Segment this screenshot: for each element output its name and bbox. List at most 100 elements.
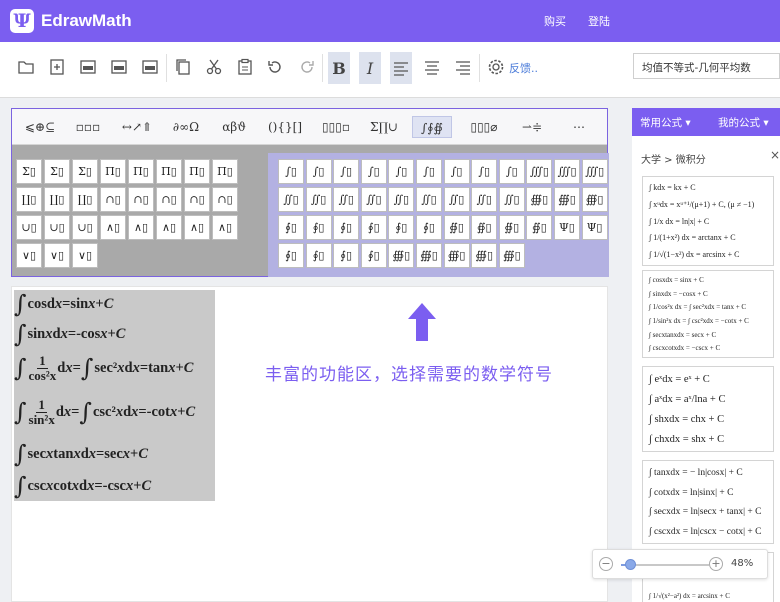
align-center-icon[interactable] (421, 56, 443, 78)
integral-symbol-button[interactable]: ∮▯ (278, 215, 304, 240)
integral-symbol-button[interactable]: ∬▯ (498, 187, 525, 212)
integral-symbol-button[interactable]: ∮▯ (305, 215, 332, 240)
sum-product-symbol-button[interactable]: ∩▯ (156, 187, 182, 212)
sum-product-symbol-button[interactable]: ∨▯ (16, 243, 42, 268)
cut-icon[interactable] (203, 56, 225, 78)
integral-symbol-button[interactable]: ∰▯ (498, 243, 525, 268)
integral-symbol-button[interactable]: ∰▯ (526, 187, 553, 212)
formula-line[interactable]: ∫ 1 cos²x d x = ∫ sec² x d x =tan x + C (14, 354, 193, 382)
integral-symbol-button[interactable]: ∫▯ (278, 159, 304, 184)
sum-product-symbol-button[interactable]: Π▯ (100, 159, 126, 184)
integral-symbol-button[interactable]: ∮▯ (360, 243, 387, 268)
login-link[interactable]: 登陆 (588, 13, 610, 29)
sum-product-symbol-button[interactable]: ∐▯ (16, 187, 42, 212)
align-right-icon[interactable] (452, 56, 474, 78)
integral-symbol-button[interactable]: ∬▯ (360, 187, 387, 212)
category-misc-symbols[interactable]: ∂∞Ω (166, 116, 206, 138)
formula-card[interactable]: ∫ tanxdx = − ln|cosx| + C ∫ cotxdx = ln|s… (642, 460, 774, 544)
sum-product-symbol-button[interactable]: ∧▯ (156, 215, 182, 240)
integral-symbol-button[interactable]: ∭▯ (554, 159, 580, 184)
buy-link[interactable]: 购买 (544, 13, 566, 29)
copy-icon[interactable] (172, 56, 194, 78)
sum-product-symbol-button[interactable]: ∪▯ (44, 215, 70, 240)
integral-symbol-button[interactable]: ∰▯ (443, 243, 470, 268)
formula-line[interactable]: ∫ 1 sin²x d x = ∫ csc² x d x =-cot x + C (14, 398, 195, 426)
category-relations[interactable]: ⩽⊕⊆ (22, 116, 58, 138)
sum-product-symbol-button[interactable]: ∧▯ (128, 215, 154, 240)
category-brackets[interactable]: (){}[] (262, 116, 308, 138)
zoom-in-button[interactable]: + (709, 557, 723, 571)
formula-line[interactable]: ∫ csc x cot x d x =-csc x + C (14, 474, 151, 498)
sum-product-symbol-button[interactable]: ∩▯ (212, 187, 238, 212)
sum-product-symbol-button[interactable]: Π▯ (128, 159, 154, 184)
sum-product-symbol-button[interactable]: ∨▯ (44, 243, 70, 268)
zoom-out-button[interactable]: − (599, 557, 613, 571)
integral-symbol-button[interactable]: ∮▯ (416, 215, 442, 240)
export-svg-icon[interactable] (139, 56, 161, 78)
new-file-icon[interactable] (46, 56, 68, 78)
zoom-slider-handle[interactable] (624, 559, 636, 570)
integral-symbol-button[interactable]: ∰▯ (581, 187, 608, 212)
category-fractions[interactable]: ▯▯▯▫ (314, 116, 358, 138)
integral-symbol-button[interactable]: ∮▯ (305, 243, 332, 268)
integral-symbol-button[interactable]: ∬▯ (471, 187, 498, 212)
category-greek[interactable]: αβϑ (214, 116, 254, 138)
sum-product-symbol-button[interactable]: ∪▯ (16, 215, 42, 240)
redo-icon[interactable] (296, 56, 318, 78)
integral-symbol-button[interactable]: ∰▯ (416, 243, 442, 268)
formula-template-select[interactable]: 均值不等式-几何平均数 (633, 53, 780, 79)
sum-product-symbol-button[interactable]: ∩▯ (184, 187, 210, 212)
sum-product-symbol-button[interactable]: Π▯ (184, 159, 210, 184)
formula-card[interactable]: ∫ eˣdx = eˣ + C ∫ aˣdx = aˣ/lna + C ∫ shxd… (642, 366, 774, 452)
category-accents[interactable]: ▫▫▫ (68, 116, 108, 138)
close-icon[interactable]: × (770, 148, 780, 162)
integral-symbol-button[interactable]: ∫▯ (498, 159, 525, 184)
sidebar-breadcrumb[interactable]: 大学 > 微积分 (641, 151, 706, 166)
integral-symbol-button[interactable]: ∰▯ (388, 243, 415, 268)
tab-common-formulas[interactable]: 常用公式 ▾ (640, 115, 691, 130)
integral-symbol-button[interactable]: ∰▯ (554, 187, 580, 212)
editor-canvas[interactable]: ∫ cosd x =sin x + C ∫ sin x d x =-cos x + C ∫ 1 cos²x d x = ∫ s… (11, 286, 608, 602)
integral-symbol-button[interactable]: ∬▯ (333, 187, 360, 212)
bold-icon[interactable]: B (328, 52, 350, 84)
integral-symbol-button[interactable]: ∯▯ (498, 215, 525, 240)
integral-symbol-button[interactable]: ∮▯ (360, 215, 387, 240)
sum-product-symbol-button[interactable]: ∐▯ (44, 187, 70, 212)
integral-symbol-button[interactable]: ∯▯ (443, 215, 470, 240)
sum-product-symbol-button[interactable]: Π▯ (156, 159, 182, 184)
category-matrices[interactable]: ⋯ (568, 116, 590, 138)
integral-symbol-button[interactable]: ∬▯ (278, 187, 304, 212)
sum-product-symbol-button[interactable]: Σ▯ (44, 159, 70, 184)
formula-card[interactable]: ∫ cosxdx = sinx + C ∫ sinxdx = −cosx + C ∫… (642, 270, 774, 358)
integral-symbol-button[interactable]: ∮▯ (388, 215, 415, 240)
formula-line[interactable]: ∫ sin x d x =-cos x + C (14, 322, 125, 346)
sum-product-symbol-button[interactable]: ∩▯ (128, 187, 154, 212)
integral-symbol-button[interactable]: ∮▯ (333, 215, 360, 240)
export-png-icon[interactable] (77, 56, 99, 78)
paste-icon[interactable] (234, 56, 256, 78)
category-arrows[interactable]: ↔↗⇑ (116, 116, 158, 138)
integral-symbol-button[interactable]: ∯▯ (471, 215, 498, 240)
integral-symbol-button[interactable]: ∭▯ (526, 159, 553, 184)
integral-symbol-button[interactable]: ∫▯ (443, 159, 470, 184)
integral-symbol-button[interactable]: ∫▯ (333, 159, 360, 184)
integral-symbol-button[interactable]: ∬▯ (443, 187, 470, 212)
integral-symbol-button[interactable]: ∬▯ (305, 187, 332, 212)
integral-symbol-button[interactable]: ∫▯ (305, 159, 332, 184)
integral-symbol-button[interactable]: ∫▯ (388, 159, 415, 184)
italic-icon[interactable]: I (359, 52, 381, 84)
folder-icon[interactable] (15, 56, 37, 78)
integral-symbol-button[interactable]: ∭▯ (581, 159, 608, 184)
category-labeled-arrows[interactable]: ⇀≑ (514, 116, 550, 138)
sum-product-symbol-button[interactable]: Π▯ (212, 159, 238, 184)
integral-symbol-button[interactable]: Ψ▯ (554, 215, 580, 240)
category-decorations[interactable]: ▯▯▯⌀ (462, 116, 506, 138)
sum-product-symbol-button[interactable]: ∧▯ (184, 215, 210, 240)
sum-product-symbol-button[interactable]: ∩▯ (100, 187, 126, 212)
sum-product-symbol-button[interactable]: Σ▯ (72, 159, 98, 184)
integral-symbol-button[interactable]: ∮▯ (278, 243, 304, 268)
formula-card[interactable]: ∫ kdx = kx + C ∫ xᵘdx = xᵘ⁺¹/(μ+1) + C, (… (642, 176, 774, 266)
sum-product-symbol-button[interactable]: ∐▯ (72, 187, 98, 212)
integral-symbol-button[interactable]: ∬▯ (388, 187, 415, 212)
integral-symbol-button[interactable]: ∫▯ (416, 159, 442, 184)
